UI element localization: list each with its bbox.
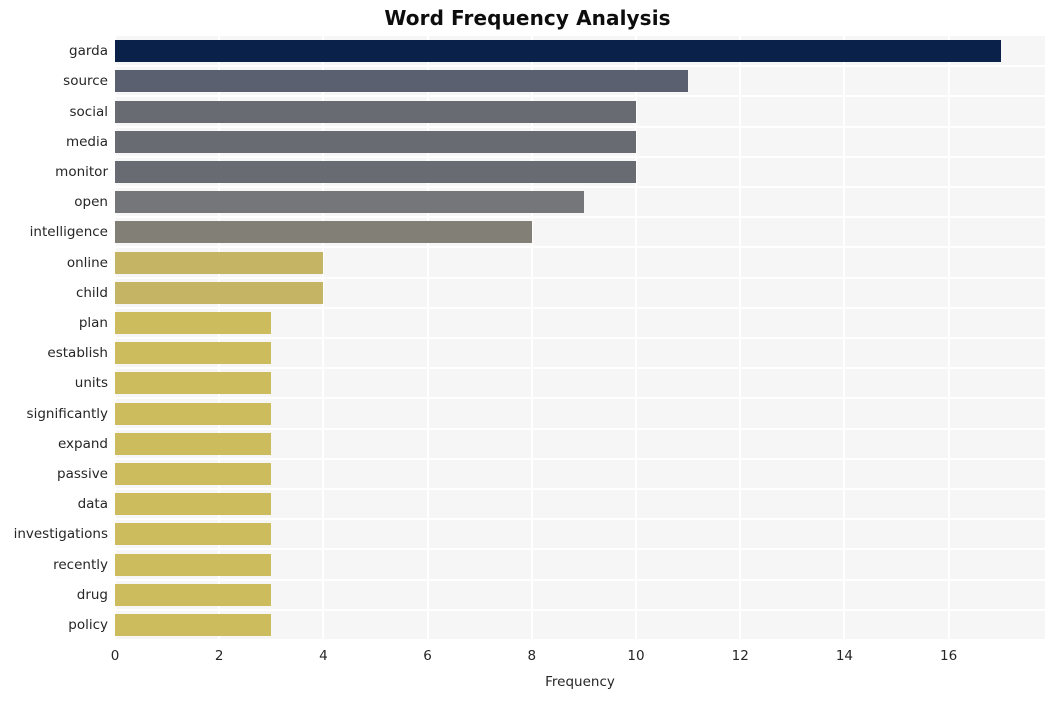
y-tick-label: data <box>77 496 108 513</box>
y-tick-label: child <box>75 284 108 301</box>
bar <box>115 40 1001 63</box>
y-tick-label: recently <box>53 556 108 573</box>
bar <box>115 281 324 304</box>
horizontal-gridline <box>115 427 1045 430</box>
bar <box>115 130 636 153</box>
bar <box>115 402 272 425</box>
y-tick-label: garda <box>69 43 108 60</box>
x-tick-label: 4 <box>319 648 328 664</box>
x-tick-label: 16 <box>940 648 958 664</box>
bar <box>115 493 272 516</box>
word-frequency-chart-figure: Word Frequency Analysis garda source socia… <box>0 0 1055 701</box>
bar <box>115 372 272 395</box>
y-tick-label: investigations <box>13 526 108 543</box>
y-tick-label: expand <box>57 435 108 452</box>
bar <box>115 70 689 93</box>
x-tick-label: 2 <box>214 648 224 664</box>
y-tick-label: units <box>74 375 108 392</box>
bar <box>115 462 272 485</box>
horizontal-gridline <box>115 276 1045 279</box>
horizontal-gridline <box>115 578 1045 581</box>
y-tick-label: open <box>74 194 108 211</box>
x-tick-label: 12 <box>731 648 749 664</box>
bar <box>115 191 584 214</box>
horizontal-gridline <box>115 488 1045 490</box>
y-tick-label: establish <box>47 345 108 362</box>
bar <box>115 311 272 334</box>
horizontal-gridline <box>115 95 1045 98</box>
y-tick-label: online <box>66 254 108 271</box>
x-tick-label: 6 <box>423 648 432 664</box>
bar <box>115 221 532 244</box>
horizontal-gridline <box>115 367 1045 370</box>
plot-area <box>115 36 1045 640</box>
horizontal-gridline <box>115 65 1045 68</box>
bar <box>115 100 636 123</box>
horizontal-gridline <box>115 337 1045 339</box>
horizontal-gridline <box>115 246 1045 249</box>
x-tick-label: 0 <box>110 648 120 664</box>
horizontal-gridline <box>115 608 1045 611</box>
y-tick-label: intelligence <box>29 224 108 241</box>
y-tick-label: social <box>69 103 109 120</box>
horizontal-gridline <box>115 397 1045 400</box>
horizontal-gridline <box>115 548 1045 551</box>
bar <box>115 583 272 606</box>
page-title: Word Frequency Analysis <box>384 6 671 30</box>
y-axis-tick-labels: garda source social media monitor open intelli… <box>0 36 108 640</box>
y-tick-label: passive <box>57 465 108 482</box>
horizontal-gridline <box>115 518 1045 521</box>
bar <box>115 523 272 546</box>
horizontal-gridline <box>115 639 1045 640</box>
x-axis-tick-labels: 0 2 4 6 8 10 12 14 16 <box>0 648 1055 668</box>
x-tick-label: 14 <box>835 648 853 664</box>
horizontal-gridline <box>115 306 1045 309</box>
x-tick-label: 8 <box>527 648 537 664</box>
y-tick-label: media <box>65 133 108 150</box>
y-tick-label: source <box>63 73 108 90</box>
bar <box>115 251 324 274</box>
bar <box>115 432 272 455</box>
y-tick-label: plan <box>78 314 108 331</box>
bar <box>115 342 272 365</box>
y-tick-label: drug <box>76 586 108 603</box>
y-tick-label: policy <box>68 616 108 633</box>
horizontal-gridline <box>115 457 1045 460</box>
bar <box>115 553 272 576</box>
y-tick-label: significantly <box>26 405 108 422</box>
bar <box>115 613 272 636</box>
bar <box>115 160 636 183</box>
x-tick-label: 10 <box>627 648 645 664</box>
horizontal-gridline <box>115 186 1045 188</box>
y-tick-label: monitor <box>55 163 108 180</box>
x-axis-title: Frequency <box>545 674 615 690</box>
horizontal-gridline <box>115 155 1045 158</box>
horizontal-gridline <box>115 125 1045 128</box>
horizontal-gridline <box>115 216 1045 219</box>
